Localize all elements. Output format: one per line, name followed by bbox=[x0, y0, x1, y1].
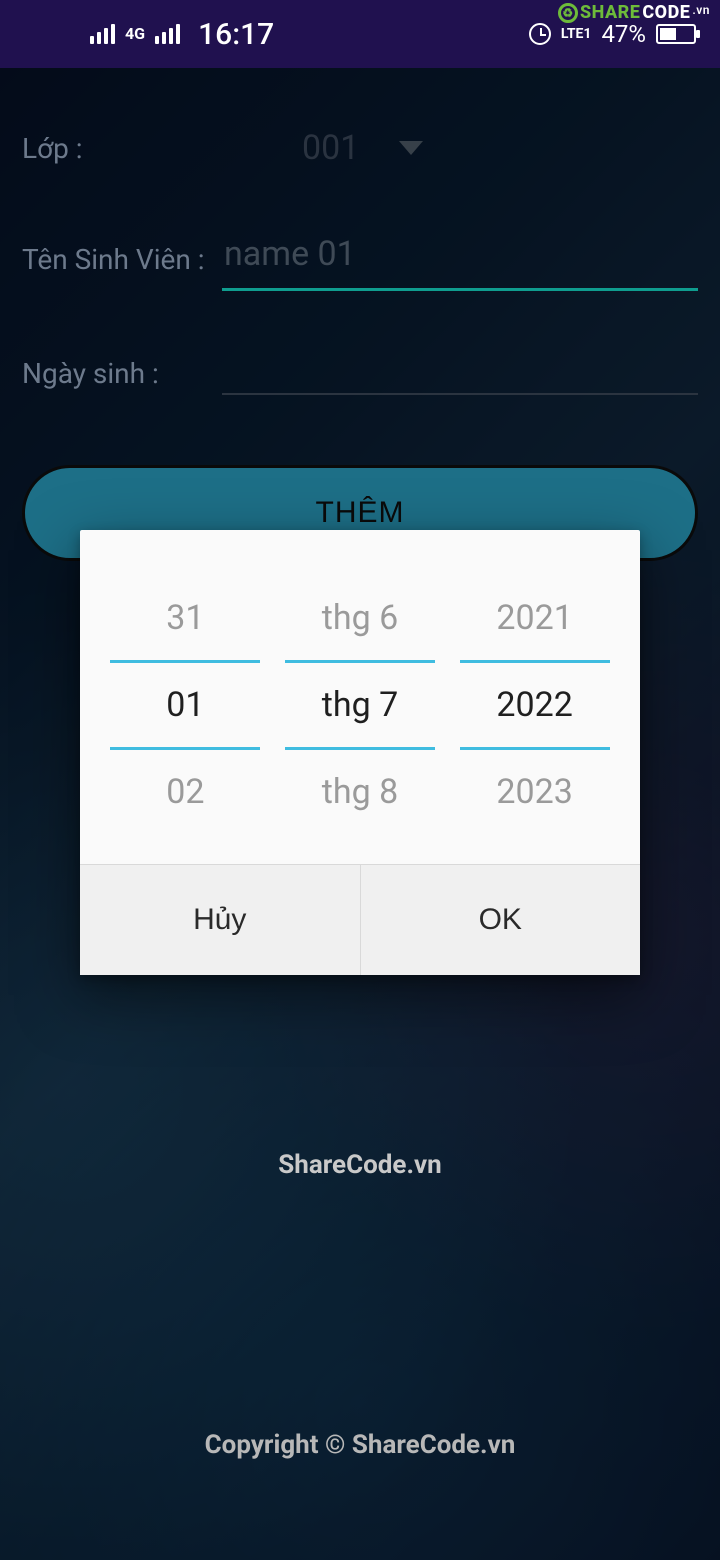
day-picker[interactable]: 31 01 02 bbox=[110, 576, 260, 834]
date-picker-wheels: 31 01 02 thg 6 thg 7 thg 8 2021 2022 202… bbox=[80, 546, 640, 865]
day-selected[interactable]: 01 bbox=[110, 660, 260, 750]
year-picker[interactable]: 2021 2022 2023 bbox=[460, 576, 610, 834]
dialog-actions: Hủy OK bbox=[80, 865, 640, 975]
date-picker-dialog: 31 01 02 thg 6 thg 7 thg 8 2021 2022 202… bbox=[80, 530, 640, 975]
dialog-backdrop[interactable]: 31 01 02 thg 6 thg 7 thg 8 2021 2022 202… bbox=[0, 0, 720, 1560]
month-prev[interactable]: thg 6 bbox=[285, 576, 435, 660]
month-picker[interactable]: thg 6 thg 7 thg 8 bbox=[285, 576, 435, 834]
day-next[interactable]: 02 bbox=[110, 750, 260, 834]
year-selected[interactable]: 2022 bbox=[460, 660, 610, 750]
month-selected[interactable]: thg 7 bbox=[285, 660, 435, 750]
year-prev[interactable]: 2021 bbox=[460, 576, 610, 660]
year-next[interactable]: 2023 bbox=[460, 750, 610, 834]
cancel-button[interactable]: Hủy bbox=[80, 865, 360, 975]
day-prev[interactable]: 31 bbox=[110, 576, 260, 660]
month-next[interactable]: thg 8 bbox=[285, 750, 435, 834]
ok-button[interactable]: OK bbox=[360, 865, 641, 975]
